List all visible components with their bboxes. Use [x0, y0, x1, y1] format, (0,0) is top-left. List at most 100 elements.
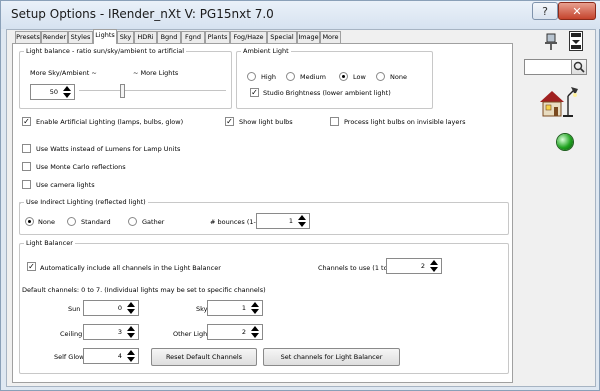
- channels-to-use-value: 2: [420, 262, 425, 270]
- self-glow-channel-value: 4: [117, 352, 122, 360]
- other-lights-channel-value: 2: [241, 328, 246, 336]
- enable-artificial-checkbox[interactable]: ✓: [22, 117, 31, 126]
- tab-plants[interactable]: Plants: [205, 31, 230, 43]
- magnifier-graphic: [573, 61, 585, 73]
- spin-up-icon[interactable]: [124, 326, 137, 332]
- bounces-label: # bounces (1-4): [210, 218, 263, 226]
- spin-down-icon[interactable]: [124, 309, 137, 315]
- spin-up-icon[interactable]: [248, 302, 261, 308]
- tab-image[interactable]: Image: [297, 31, 320, 43]
- show-bulbs-checkbox[interactable]: ✓: [225, 117, 234, 126]
- monte-carlo-checkbox[interactable]: [22, 162, 31, 171]
- invisible-layers-checkbox[interactable]: [330, 117, 339, 126]
- spin-down-icon[interactable]: [248, 309, 261, 315]
- other-lights-channel-spinner[interactable]: 2: [207, 324, 263, 340]
- spin-down-icon[interactable]: [248, 333, 261, 339]
- indirect-label-gather: Gather: [142, 218, 165, 226]
- more-lights-label: ~ More Lights: [133, 69, 179, 77]
- ambient-label-medium: Medium: [300, 73, 326, 81]
- help-button[interactable]: ?: [532, 2, 558, 20]
- indirect-radio-gather[interactable]: [128, 217, 137, 226]
- spin-up-icon[interactable]: [427, 260, 440, 266]
- spin-down-icon[interactable]: [295, 222, 308, 228]
- light-balance-group: Light balance - ratio sun/sky/ambient to…: [19, 47, 232, 109]
- spin-down-icon[interactable]: [427, 267, 440, 273]
- ambient-radio-none[interactable]: [376, 72, 385, 81]
- invisible-layers-label: Process light bulbs on invisible layers: [344, 118, 466, 126]
- spin-up-icon[interactable]: [124, 350, 137, 356]
- enable-artificial-label: Enable Artificial Lighting (lamps, bulbs…: [36, 118, 184, 126]
- tab-styles[interactable]: Styles: [68, 31, 93, 43]
- self-glow-label: Self Glow: [54, 353, 85, 361]
- sun-label: Sun: [68, 305, 81, 313]
- ambient-radio-high[interactable]: [247, 72, 256, 81]
- balance-slider-track[interactable]: [79, 90, 226, 92]
- ambient-light-title: Ambient Light: [241, 47, 291, 55]
- channels-to-use-spinner[interactable]: 2: [386, 258, 442, 274]
- tab-hdri[interactable]: HDRi: [134, 31, 157, 43]
- title-bar: Setup Options - IRender_nXt V: PG15nxt 7…: [1, 1, 600, 29]
- ceiling-channel-spinner[interactable]: 3: [83, 324, 139, 340]
- watts-checkbox[interactable]: [22, 144, 31, 153]
- magnifier-icon[interactable]: [571, 59, 587, 75]
- light-balance-title: Light balance - ratio sun/sky/ambient to…: [24, 47, 187, 55]
- ambient-label-low: Low: [353, 73, 366, 81]
- auto-include-checkbox[interactable]: ✓: [27, 262, 36, 271]
- sky-label: Sky: [196, 305, 208, 313]
- sun-channel-spinner[interactable]: 0: [83, 300, 139, 316]
- tab-fgnd[interactable]: Fgnd: [181, 31, 205, 43]
- tab-more[interactable]: More: [320, 31, 341, 43]
- ambient-radio-medium[interactable]: [286, 72, 295, 81]
- ambient-label-high: High: [261, 73, 276, 81]
- spin-up-icon[interactable]: [295, 215, 308, 221]
- pin-icon[interactable]: [544, 33, 558, 51]
- search-input[interactable]: [524, 59, 572, 75]
- status-led: [557, 134, 573, 150]
- spin-up-icon[interactable]: [60, 86, 73, 92]
- reset-default-channels-button[interactable]: Reset Default Channels: [151, 348, 257, 366]
- tab-render[interactable]: Render: [41, 31, 68, 43]
- close-button[interactable]: ✕: [558, 2, 596, 20]
- indirect-label-standard: Standard: [81, 218, 111, 226]
- spin-down-icon[interactable]: [124, 333, 137, 339]
- toolbar-icon[interactable]: [569, 31, 583, 51]
- spin-down-icon[interactable]: [124, 357, 137, 363]
- sky-channel-spinner[interactable]: 1: [207, 300, 263, 316]
- bounces-value: 1: [288, 217, 293, 225]
- house-lamp-icon[interactable]: [538, 84, 580, 118]
- spin-down-icon[interactable]: [60, 93, 73, 99]
- indirect-radio-none[interactable]: [25, 217, 34, 226]
- show-bulbs-label: Show light bulbs: [239, 118, 293, 126]
- tab-presets[interactable]: Presets: [15, 31, 41, 43]
- toolbar-icon-graphic: [571, 33, 581, 49]
- self-glow-channel-spinner[interactable]: 4: [83, 348, 139, 364]
- set-channels-button[interactable]: Set channels for Light Balancer: [263, 348, 400, 366]
- more-sky-label: More Sky/Ambient ~: [30, 69, 97, 77]
- ceiling-label: Ceiling: [60, 330, 83, 338]
- balance-slider-thumb[interactable]: [120, 84, 125, 98]
- ambient-label-none: None: [390, 73, 407, 81]
- balance-value: 50: [49, 88, 58, 96]
- tab-sky[interactable]: Sky: [117, 31, 134, 43]
- default-channels-label: Default channels: 0 to 7. (Individual li…: [22, 286, 266, 294]
- indirect-radio-standard[interactable]: [67, 217, 76, 226]
- watts-label: Use Watts instead of Lumens for Lamp Uni…: [36, 145, 181, 153]
- spin-up-icon[interactable]: [124, 302, 137, 308]
- ambient-radio-low[interactable]: [339, 72, 348, 81]
- tab-fog-haze[interactable]: Fog/Haze: [230, 31, 267, 43]
- camera-lights-label: Use camera lights: [36, 181, 95, 189]
- balance-spinner[interactable]: 50: [30, 84, 75, 100]
- house-lamp-graphic: [540, 87, 578, 117]
- studio-brightness-checkbox[interactable]: ✓: [250, 88, 259, 97]
- window-title: Setup Options - IRender_nXt V: PG15nxt 7…: [11, 7, 274, 21]
- tab-lights[interactable]: Lights: [93, 29, 117, 44]
- tab-bgnd[interactable]: Bgnd: [157, 31, 181, 43]
- spin-up-icon[interactable]: [248, 326, 261, 332]
- monte-carlo-label: Use Monte Carlo reflections: [36, 163, 126, 171]
- pin-icon-graphic: [545, 33, 557, 50]
- ceiling-channel-value: 3: [117, 328, 122, 336]
- camera-lights-checkbox[interactable]: [22, 180, 31, 189]
- bounces-spinner[interactable]: 1: [256, 213, 310, 229]
- tab-special[interactable]: Special: [267, 31, 297, 43]
- indirect-label-none: None: [38, 218, 55, 226]
